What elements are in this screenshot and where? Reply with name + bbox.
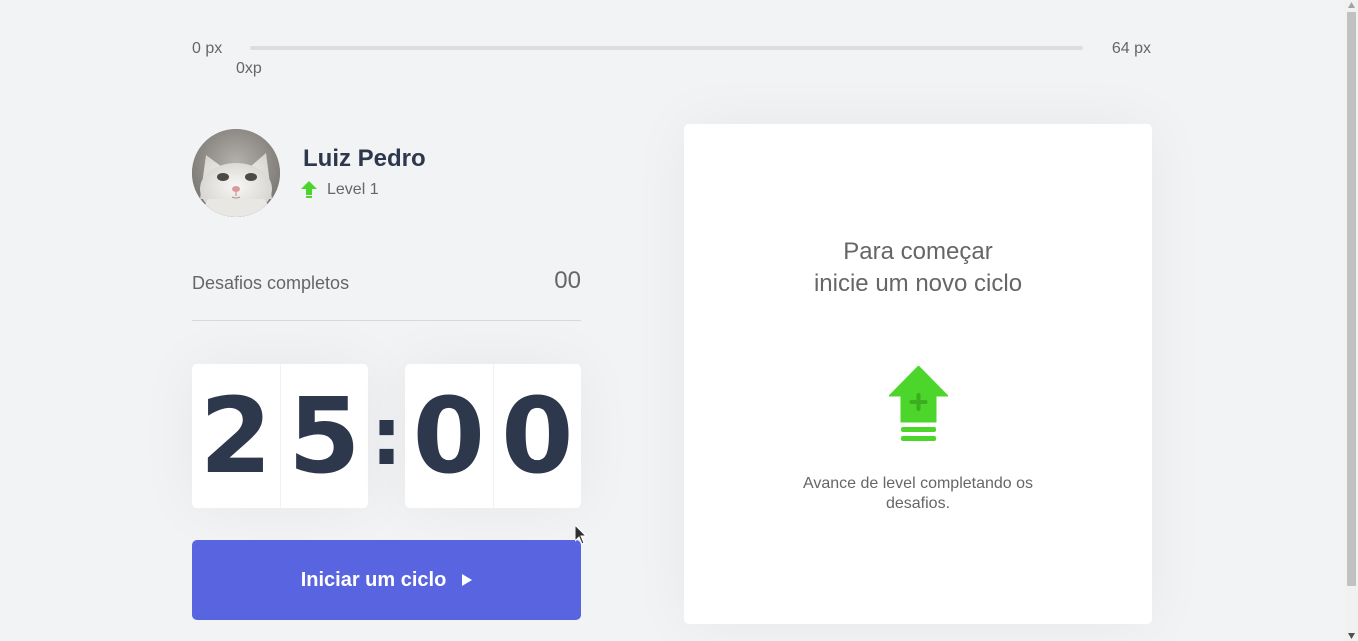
xp-max-label: 64 px — [1111, 40, 1151, 57]
seconds-display: 0 0 — [405, 364, 581, 508]
second-digit-right: 0 — [501, 375, 574, 497]
start-cycle-button[interactable]: Iniciar um ciclo — [192, 540, 581, 620]
challenge-box-title: Para começar inicie um novo ciclo — [684, 236, 1152, 300]
xp-current-label: 0xp — [236, 60, 262, 77]
profile-level: Level 1 — [301, 181, 379, 199]
profile-name: Luiz Pedro — [303, 145, 426, 172]
scroll-up-arrow-icon[interactable] — [1348, 2, 1355, 8]
level-up-arrow-icon — [301, 181, 317, 198]
challenge-title-line2: inicie um novo ciclo — [813, 270, 1023, 297]
countdown-timer: 2 5 : 0 0 — [192, 364, 581, 508]
profile: Luiz Pedro Level 1 — [192, 129, 582, 217]
play-icon — [462, 574, 473, 586]
completed-challenges-label: Desafios completos — [192, 273, 350, 293]
mouse-cursor-icon — [575, 525, 587, 545]
cat-photo-avatar-icon — [192, 129, 280, 217]
minute-digit-left: 2 — [192, 364, 281, 508]
scrollbar-thumb[interactable] — [1347, 12, 1356, 586]
experience-bar: 0 px 64 px 0xp — [192, 38, 1152, 78]
level-up-icon — [889, 366, 948, 441]
second-digit-left: 0 — [405, 364, 494, 508]
avatar — [192, 129, 280, 217]
time-separator: : — [370, 389, 403, 483]
level-label: Level 1 — [327, 181, 379, 198]
minute-digit-right: 5 — [288, 375, 361, 497]
vertical-scrollbar[interactable] — [1345, 0, 1358, 641]
challenge-box: Para começar inicie um novo ciclo Avance… — [684, 124, 1152, 624]
xp-progress-track — [250, 46, 1083, 50]
scroll-down-arrow-icon[interactable] — [1348, 633, 1355, 639]
challenge-title-line1: Para começar — [843, 238, 993, 265]
completed-challenges: Desafios completos 00 — [192, 267, 581, 321]
minutes-display: 2 5 — [192, 364, 368, 508]
start-cycle-label: Iniciar um ciclo — [300, 568, 447, 591]
completed-challenges-count: 00 — [554, 267, 581, 294]
xp-min-label: 0 px — [192, 40, 223, 57]
challenge-box-description: Avance de level completando os desafios. — [802, 475, 1034, 512]
